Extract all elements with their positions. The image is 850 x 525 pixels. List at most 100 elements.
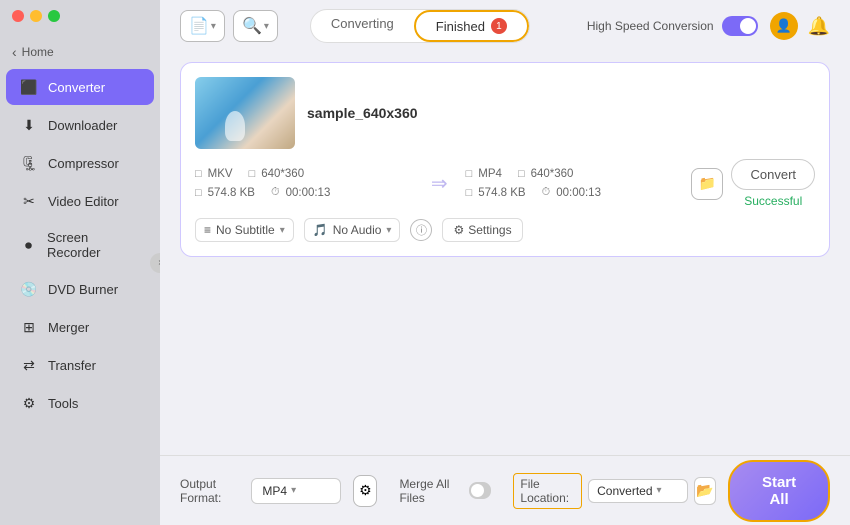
high-speed-toggle[interactable] — [722, 16, 758, 36]
location-select[interactable]: Converted ▾ — [588, 479, 688, 503]
topbar: 📄 ▾ 🔍 ▾ Converting Finished 1 High Speed… — [160, 0, 850, 52]
tab-finished-label: Finished — [436, 19, 485, 34]
source-resolution: 640*360 — [261, 168, 304, 180]
format-settings-icon[interactable]: ⚙ — [353, 475, 377, 507]
target-folder-icon: □ — [466, 187, 473, 199]
bottom-bar: Output Format: MP4 ▾ ⚙ Merge All Files F… — [160, 455, 850, 525]
settings-label: Settings — [468, 223, 511, 237]
location-chevron-icon: ▾ — [657, 485, 662, 496]
sidebar-item-merger[interactable]: ⊞ Merger — [6, 309, 154, 345]
high-speed-label: High Speed Conversion — [587, 19, 714, 33]
target-size-row: □ 574.8 KB ⏱ 00:00:13 — [466, 186, 684, 199]
file-name: sample_640x360 — [307, 105, 418, 121]
merge-label: Merge All Files — [399, 477, 457, 505]
browse-folder-icon: 📂 — [696, 482, 713, 499]
sidebar-item-dvd-burner[interactable]: 💿 DVD Burner — [6, 271, 154, 307]
resolution-icon: □ — [249, 168, 256, 180]
browse-folder-button[interactable]: 📂 — [694, 477, 716, 505]
tab-finished[interactable]: Finished 1 — [414, 10, 529, 42]
target-resolution-icon: □ — [518, 168, 525, 180]
sidebar-item-label: Tools — [48, 396, 78, 411]
output-folder-icon[interactable]: 📁 — [691, 168, 723, 200]
subtitle-select[interactable]: ≡ No Subtitle ▾ — [195, 218, 294, 242]
add-file-chevron: ▾ — [211, 21, 216, 32]
add-folder-chevron: ▾ — [264, 21, 269, 32]
info-button[interactable]: ⓘ — [410, 219, 432, 241]
add-folder-icon: 🔍 — [242, 16, 262, 36]
tabs-group: Converting Finished 1 — [310, 9, 530, 43]
location-value: Converted — [597, 484, 652, 498]
target-size: 574.8 KB — [478, 187, 525, 199]
sidebar-item-label: Converter — [48, 80, 105, 95]
file-location-inner-row: File Location: Converted ▾ 📂 — [513, 473, 716, 509]
sidebar-item-label: Downloader — [48, 118, 117, 133]
format-value: MP4 — [262, 484, 287, 498]
sidebar: Home ⬛ Converter ⬇ Downloader 🗜 Compress… — [0, 0, 160, 525]
target-clock-icon: ⏱ — [542, 186, 551, 199]
notification-bell-icon[interactable]: 🔔 — [808, 16, 830, 37]
sidebar-item-transfer[interactable]: ⇄ Transfer — [6, 347, 154, 383]
high-speed-section: High Speed Conversion — [587, 16, 758, 36]
target-format: MP4 — [478, 168, 502, 180]
traffic-lights — [12, 10, 60, 22]
sidebar-item-label: Merger — [48, 320, 89, 335]
sidebar-item-label: Screen Recorder — [47, 230, 140, 260]
thumbnail-figure — [225, 111, 245, 141]
source-size: 574.8 KB — [208, 187, 255, 199]
sidebar-item-label: DVD Burner — [48, 282, 118, 297]
transfer-icon: ⇄ — [20, 356, 38, 374]
sidebar-item-downloader[interactable]: ⬇ Downloader — [6, 107, 154, 143]
file-format-icon: □ — [195, 168, 202, 180]
user-avatar[interactable]: 👤 — [770, 12, 798, 40]
target-resolution: 640*360 — [531, 168, 574, 180]
audio-select[interactable]: 🎵 No Audio ▾ — [304, 218, 401, 242]
home-label: Home — [22, 45, 54, 59]
file-thumbnail — [195, 77, 295, 149]
file-card-header: sample_640x360 — [195, 77, 815, 149]
success-status: Successful — [744, 194, 802, 208]
downloader-icon: ⬇ — [20, 116, 38, 134]
tab-converting-label: Converting — [331, 16, 394, 31]
top-right-icons: 👤 🔔 — [770, 12, 830, 40]
file-location-row: File Location: Converted ▾ 📂 — [513, 473, 716, 509]
convert-arrow-icon: ⇒ — [431, 171, 448, 196]
audio-icon: 🎵 — [313, 223, 328, 237]
sidebar-item-compressor[interactable]: 🗜 Compressor — [6, 145, 154, 181]
finished-badge: 1 — [491, 18, 507, 34]
clock-icon: ⏱ — [271, 186, 280, 199]
sidebar-item-video-editor[interactable]: ✂ Video Editor — [6, 183, 154, 219]
minimize-button[interactable] — [30, 10, 42, 22]
topbar-icons: 📄 ▾ 🔍 ▾ — [180, 10, 278, 42]
subtitle-chevron-icon: ▾ — [280, 225, 285, 236]
folder-icon: □ — [195, 187, 202, 199]
close-button[interactable] — [12, 10, 24, 22]
sidebar-item-converter[interactable]: ⬛ Converter — [6, 69, 154, 105]
screen-recorder-icon: ⏺ — [20, 236, 37, 254]
maximize-button[interactable] — [48, 10, 60, 22]
file-location-label: File Location: — [513, 473, 582, 509]
source-format: MKV — [208, 168, 233, 180]
format-select[interactable]: MP4 ▾ — [251, 478, 341, 504]
merger-icon: ⊞ — [20, 318, 38, 336]
add-file-button[interactable]: 📄 ▾ — [180, 10, 225, 42]
subtitle-icon: ≡ — [204, 223, 211, 237]
output-format-label: Output Format: — [180, 477, 239, 505]
source-size-row: □ 574.8 KB ⏱ 00:00:13 — [195, 186, 413, 199]
subtitle-label: No Subtitle — [216, 223, 275, 237]
merge-toggle[interactable] — [469, 482, 491, 499]
file-options-row: ≡ No Subtitle ▾ 🎵 No Audio ▾ ⓘ ⚙ Setting… — [195, 218, 815, 242]
converter-icon: ⬛ — [20, 78, 38, 96]
add-folder-button[interactable]: 🔍 ▾ — [233, 10, 278, 42]
start-all-button[interactable]: Start All — [728, 460, 830, 522]
source-meta: □ MKV □ 640*360 □ 574.8 KB ⏱ 00:00:13 — [195, 168, 413, 199]
file-card: sample_640x360 □ MKV □ 640*360 □ 574.8 K… — [180, 62, 830, 257]
target-meta: □ MP4 □ 640*360 □ 574.8 KB ⏱ 00:00:13 — [466, 168, 684, 199]
sidebar-item-tools[interactable]: ⚙ Tools — [6, 385, 154, 421]
convert-button[interactable]: Convert — [731, 159, 815, 190]
settings-button[interactable]: ⚙ Settings — [442, 218, 522, 242]
home-link[interactable]: Home — [0, 40, 160, 68]
compressor-icon: 🗜 — [20, 154, 38, 172]
tab-converting[interactable]: Converting — [311, 10, 414, 42]
source-duration: 00:00:13 — [286, 187, 331, 199]
sidebar-item-screen-recorder[interactable]: ⏺ Screen Recorder — [6, 221, 154, 269]
